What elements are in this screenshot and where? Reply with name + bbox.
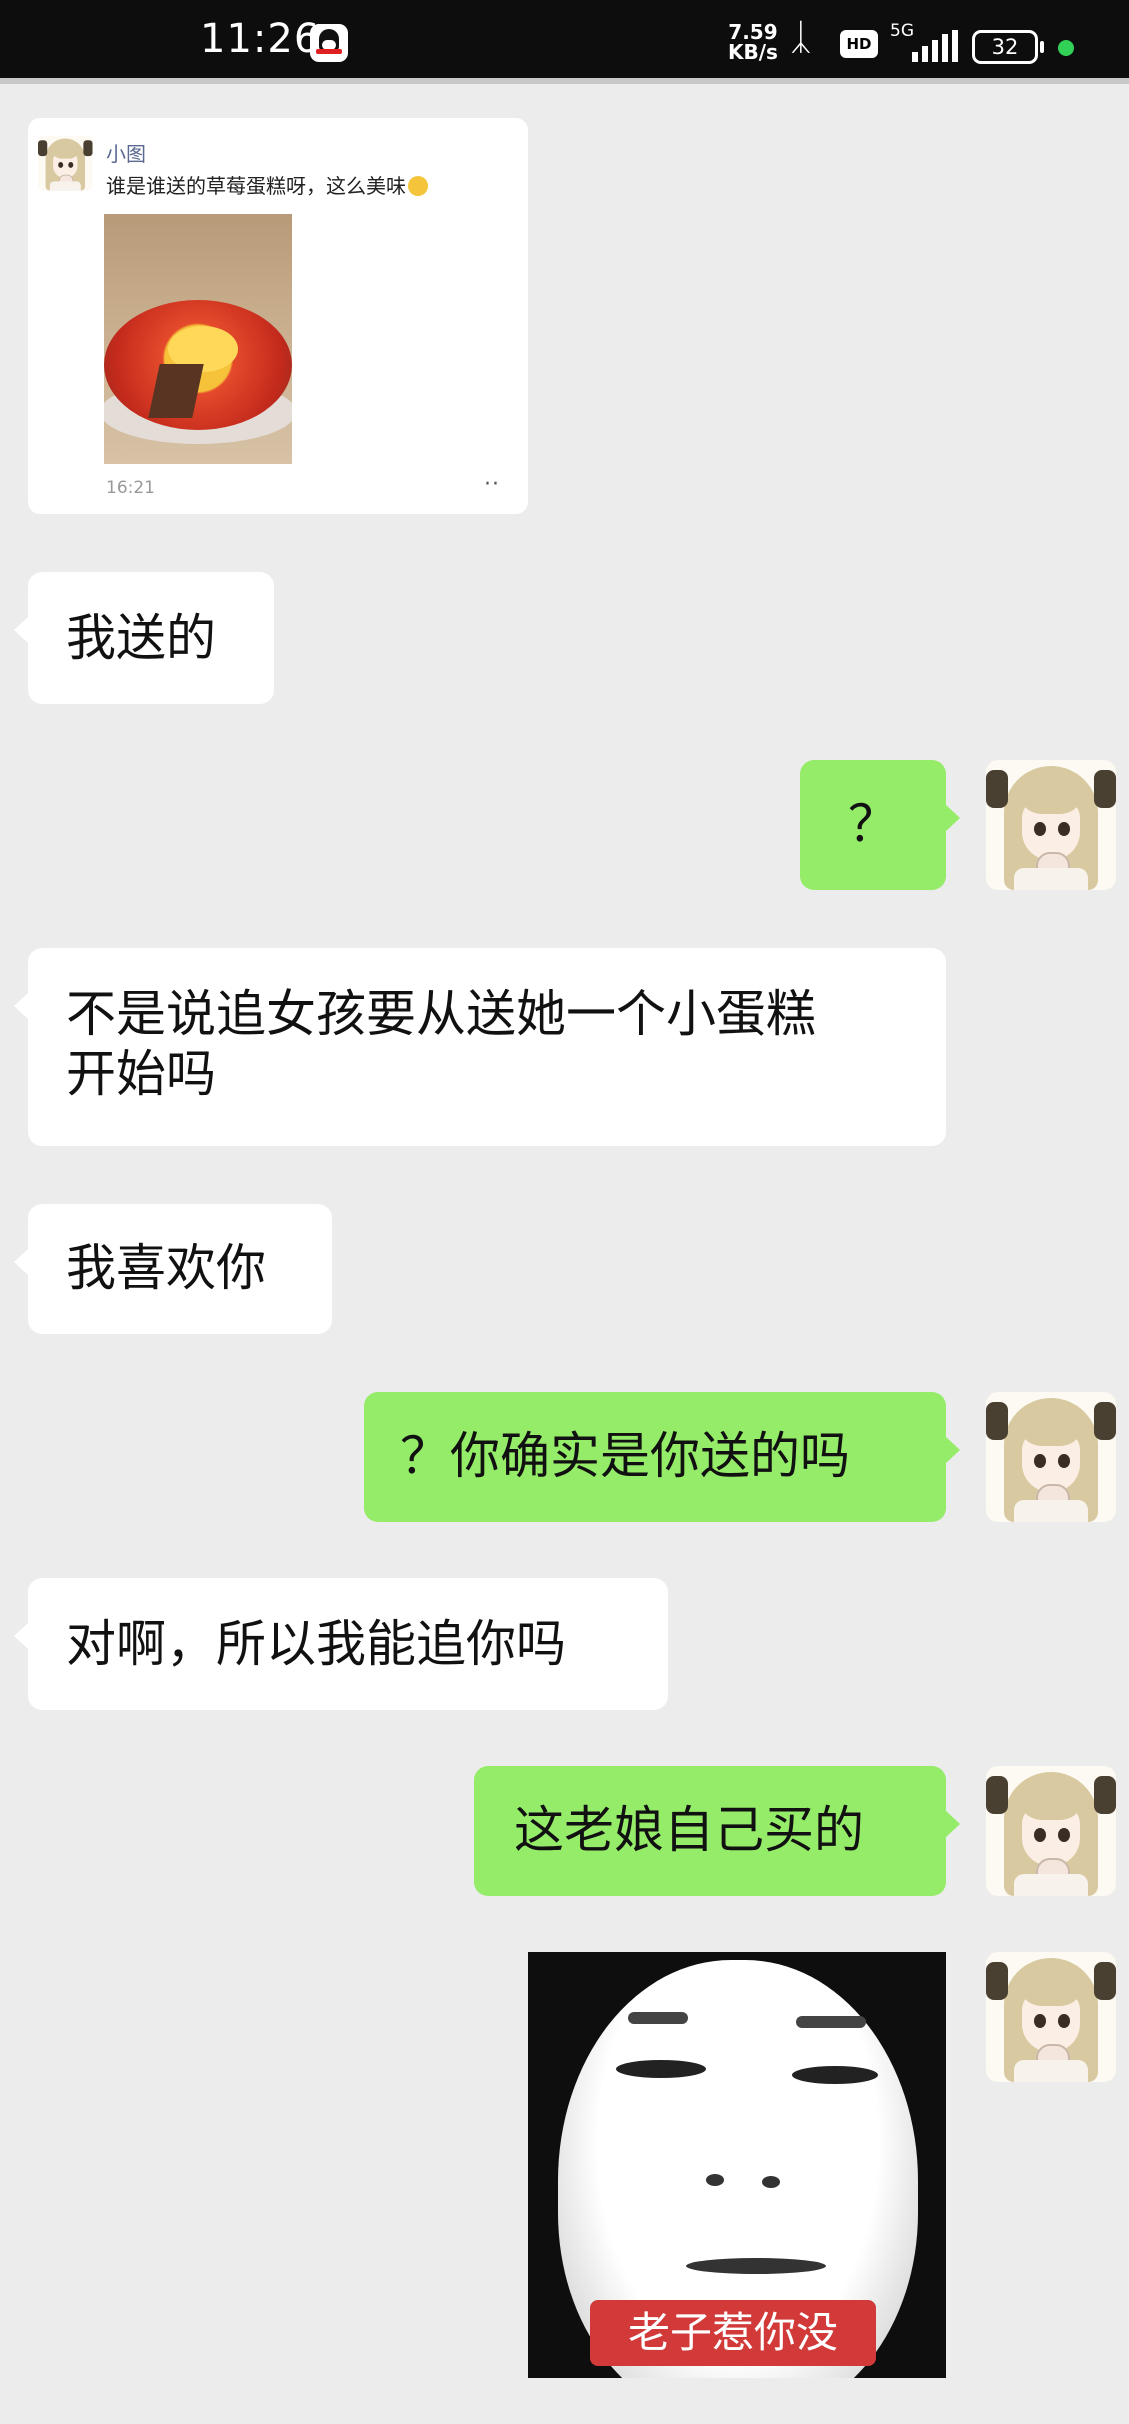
message-text: 对啊，所以我能追你吗 — [66, 1615, 566, 1673]
forwarded-message-card[interactable]: 小图 谁是谁送的草莓蛋糕呀，这么美味 16:21 ·· — [28, 118, 528, 514]
forwarded-text-row: 谁是谁送的草莓蛋糕呀，这么美味 — [106, 170, 428, 199]
header-divider — [0, 78, 1129, 84]
my-avatar[interactable] — [986, 1952, 1116, 2082]
message-text: 我送的 — [66, 609, 216, 667]
status-bar: 11:26 7.59 KB/s ᛣ HD 5G 32 — [0, 0, 1129, 78]
message-text: 我喜欢你 — [66, 1239, 266, 1297]
incoming-message[interactable]: 我喜欢你 — [14, 1204, 332, 1334]
meme-sticker[interactable]: 老子惹你没 — [528, 1952, 946, 2378]
incoming-message[interactable]: 不是说追女孩要从送她一个小蛋糕 开始吗 — [14, 948, 946, 1146]
cake-photo[interactable] — [104, 214, 292, 464]
outgoing-message[interactable]: ？ — [800, 760, 960, 890]
forwarded-text: 谁是谁送的草莓蛋糕呀，这么美味 — [106, 174, 406, 198]
my-avatar[interactable] — [986, 1392, 1116, 1522]
incoming-message[interactable]: 对啊，所以我能追你吗 — [14, 1578, 668, 1710]
forwarded-sender-avatar — [38, 136, 94, 192]
outgoing-message[interactable]: 这老娘自己买的 — [474, 1766, 960, 1896]
smile-emoji-icon — [408, 176, 428, 196]
more-options-icon[interactable]: ·· — [484, 472, 500, 497]
signal-icon — [912, 30, 958, 62]
my-avatar[interactable] — [986, 760, 1116, 890]
message-text: ？你确实是你送的吗 — [400, 1427, 850, 1485]
privacy-indicator-icon — [1058, 40, 1074, 56]
battery-level: 32 — [991, 35, 1019, 59]
network-type: 5G — [890, 21, 914, 41]
network-speed-unit: KB/s — [728, 40, 778, 64]
battery-icon: 32 — [972, 30, 1044, 64]
my-avatar[interactable] — [986, 1766, 1116, 1896]
network-speed: 7.59 KB/s — [728, 22, 778, 62]
forwarded-sender-name: 小图 — [106, 142, 146, 166]
bluetooth-icon: ᛣ — [790, 17, 812, 58]
incoming-message[interactable]: 我送的 — [14, 572, 274, 704]
message-text: ？ — [848, 795, 898, 853]
status-time: 11:26 — [200, 16, 321, 62]
hd-icon: HD — [840, 30, 878, 58]
outgoing-message[interactable]: ？你确实是你送的吗 — [364, 1392, 960, 1522]
message-text-line: 不是说追女孩要从送她一个小蛋糕 — [66, 985, 816, 1043]
sticker-caption: 老子惹你没 — [590, 2300, 876, 2366]
message-text: 这老娘自己买的 — [514, 1801, 864, 1859]
message-text-line: 开始吗 — [66, 1045, 216, 1103]
forwarded-time: 16:21 — [106, 478, 155, 498]
network-speed-value: 7.59 — [728, 20, 778, 44]
qq-notification-icon — [310, 24, 348, 62]
